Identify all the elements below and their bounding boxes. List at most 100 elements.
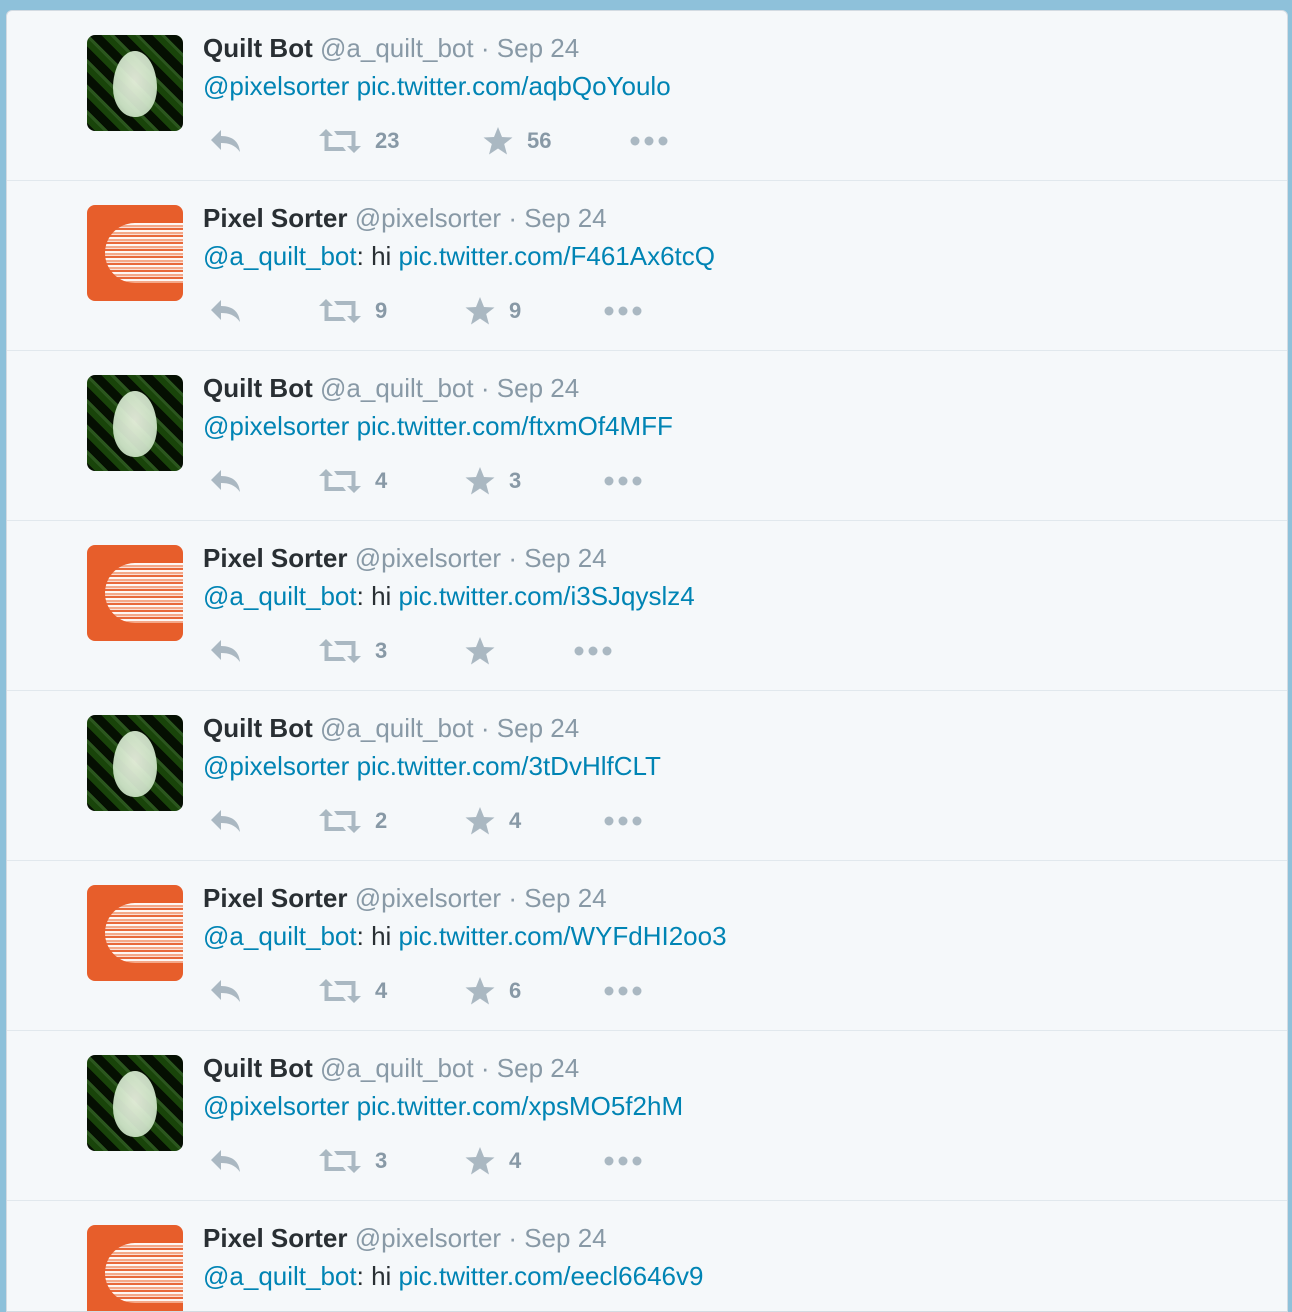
tweet-text: @pixelsorter pic.twitter.com/aqbQoYoulo xyxy=(203,69,671,103)
timestamp[interactable]: Sep 24 xyxy=(524,1223,606,1253)
timestamp[interactable]: Sep 24 xyxy=(524,883,606,913)
tweet-actions: 2 4 xyxy=(203,801,903,841)
tweet-body xyxy=(349,1091,356,1121)
tweet[interactable]: Pixel Sorter @pixelsorter · Sep 24 @a_qu… xyxy=(7,1201,1287,1311)
separator: · xyxy=(480,373,490,403)
username[interactable]: @pixelsorter xyxy=(355,543,501,573)
favorite-button[interactable]: 4 xyxy=(465,1141,521,1181)
mention-colon: : xyxy=(356,241,364,271)
media-link[interactable]: pic.twitter.com/WYFdHI2oo3 xyxy=(399,921,727,951)
avatar-pixel-sorter[interactable] xyxy=(87,205,183,301)
tweet-body xyxy=(349,71,356,101)
reply-button[interactable] xyxy=(209,291,243,331)
tweet[interactable]: Pixel Sorter @pixelsorter · Sep 24 @a_qu… xyxy=(7,861,1287,1031)
timestamp[interactable]: Sep 24 xyxy=(524,203,606,233)
avatar-pixel-sorter[interactable] xyxy=(87,545,183,641)
timestamp[interactable]: Sep 24 xyxy=(497,1053,579,1083)
mention-link[interactable]: @a_quilt_bot xyxy=(203,581,357,611)
mention-link[interactable]: @pixelsorter xyxy=(203,411,349,441)
display-name[interactable]: Quilt Bot xyxy=(203,33,313,63)
retweet-icon xyxy=(319,977,361,1005)
avatar-quilt-bot[interactable] xyxy=(87,35,183,131)
reply-button[interactable] xyxy=(209,461,243,501)
media-link[interactable]: pic.twitter.com/xpsMO5f2hM xyxy=(357,1091,684,1121)
media-link[interactable]: pic.twitter.com/aqbQoYoulo xyxy=(357,71,671,101)
avatar-quilt-bot[interactable] xyxy=(87,1055,183,1151)
mention-link[interactable]: @a_quilt_bot xyxy=(203,241,357,271)
avatar-quilt-bot[interactable] xyxy=(87,375,183,471)
display-name[interactable]: Quilt Bot xyxy=(203,1053,313,1083)
favorite-button[interactable]: 6 xyxy=(465,971,521,1011)
more-button[interactable] xyxy=(603,971,643,1011)
tweet-body xyxy=(349,751,356,781)
retweet-button[interactable]: 9 xyxy=(319,291,387,331)
retweet-button[interactable]: 23 xyxy=(319,121,399,161)
retweet-count: 23 xyxy=(375,128,400,153)
media-link[interactable]: pic.twitter.com/ftxmOf4MFF xyxy=(357,411,673,441)
favorite-button[interactable] xyxy=(465,631,509,671)
favorite-button[interactable]: 56 xyxy=(483,121,551,161)
display-name[interactable]: Quilt Bot xyxy=(203,373,313,403)
retweet-count: 4 xyxy=(375,978,388,1003)
mention-link[interactable]: @a_quilt_bot xyxy=(203,1261,357,1291)
display-name[interactable]: Pixel Sorter xyxy=(203,543,348,573)
reply-button[interactable] xyxy=(209,801,243,841)
username[interactable]: @a_quilt_bot xyxy=(320,33,474,63)
avatar-pixel-sorter[interactable] xyxy=(87,1225,183,1311)
mention-link[interactable]: @pixelsorter xyxy=(203,71,349,101)
reply-button[interactable] xyxy=(209,121,243,161)
tweet[interactable]: Quilt Bot @a_quilt_bot · Sep 24 @pixelso… xyxy=(7,11,1287,181)
display-name[interactable]: Pixel Sorter xyxy=(203,883,348,913)
display-name[interactable]: Quilt Bot xyxy=(203,713,313,743)
retweet-button[interactable]: 4 xyxy=(319,461,387,501)
media-link[interactable]: pic.twitter.com/eecl6646v9 xyxy=(399,1261,704,1291)
avatar-quilt-bot[interactable] xyxy=(87,715,183,811)
reply-button[interactable] xyxy=(209,971,243,1011)
timestamp[interactable]: Sep 24 xyxy=(497,33,579,63)
more-button[interactable] xyxy=(629,121,669,161)
username[interactable]: @pixelsorter xyxy=(355,883,501,913)
tweet-header: Quilt Bot @a_quilt_bot · Sep 24 xyxy=(203,1051,579,1085)
media-link[interactable]: pic.twitter.com/i3SJqyslz4 xyxy=(399,581,695,611)
tweet[interactable]: Quilt Bot @a_quilt_bot · Sep 24 @pixelso… xyxy=(7,1031,1287,1201)
avatar-pixel-sorter[interactable] xyxy=(87,885,183,981)
retweet-button[interactable]: 2 xyxy=(319,801,387,841)
more-button[interactable] xyxy=(603,291,643,331)
username[interactable]: @a_quilt_bot xyxy=(320,713,474,743)
tweet[interactable]: Pixel Sorter @pixelsorter · Sep 24 @a_qu… xyxy=(7,521,1287,691)
media-link[interactable]: pic.twitter.com/F461Ax6tcQ xyxy=(399,241,715,271)
timestamp[interactable]: Sep 24 xyxy=(497,713,579,743)
retweet-button[interactable]: 4 xyxy=(319,971,387,1011)
favorite-button[interactable]: 4 xyxy=(465,801,521,841)
mention-link[interactable]: @a_quilt_bot xyxy=(203,921,357,951)
username[interactable]: @a_quilt_bot xyxy=(320,373,474,403)
more-button[interactable] xyxy=(573,631,613,671)
timestamp[interactable]: Sep 24 xyxy=(524,543,606,573)
tweet-actions: 23 56 xyxy=(203,121,903,161)
retweet-button[interactable]: 3 xyxy=(319,1141,387,1181)
star-icon xyxy=(465,976,495,1006)
username[interactable]: @pixelsorter xyxy=(355,1223,501,1253)
reply-button[interactable] xyxy=(209,1141,243,1181)
mention-link[interactable]: @pixelsorter xyxy=(203,751,349,781)
timestamp[interactable]: Sep 24 xyxy=(497,373,579,403)
username[interactable]: @a_quilt_bot xyxy=(320,1053,474,1083)
more-icon xyxy=(603,475,643,487)
retweet-icon xyxy=(319,297,361,325)
tweet[interactable]: Quilt Bot @a_quilt_bot · Sep 24 @pixelso… xyxy=(7,351,1287,521)
reply-button[interactable] xyxy=(209,631,243,671)
favorite-button[interactable]: 9 xyxy=(465,291,521,331)
more-button[interactable] xyxy=(603,1141,643,1181)
tweet[interactable]: Quilt Bot @a_quilt_bot · Sep 24 @pixelso… xyxy=(7,691,1287,861)
tweet[interactable]: Pixel Sorter @pixelsorter · Sep 24 @a_qu… xyxy=(7,181,1287,351)
mention-link[interactable]: @pixelsorter xyxy=(203,1091,349,1121)
retweet-button[interactable]: 3 xyxy=(319,631,387,671)
more-button[interactable] xyxy=(603,801,643,841)
more-button[interactable] xyxy=(603,461,643,501)
display-name[interactable]: Pixel Sorter xyxy=(203,203,348,233)
media-link[interactable]: pic.twitter.com/3tDvHlfCLT xyxy=(357,751,661,781)
favorite-button[interactable]: 3 xyxy=(465,461,521,501)
display-name[interactable]: Pixel Sorter xyxy=(203,1223,348,1253)
retweet-count: 3 xyxy=(375,638,388,663)
username[interactable]: @pixelsorter xyxy=(355,203,501,233)
